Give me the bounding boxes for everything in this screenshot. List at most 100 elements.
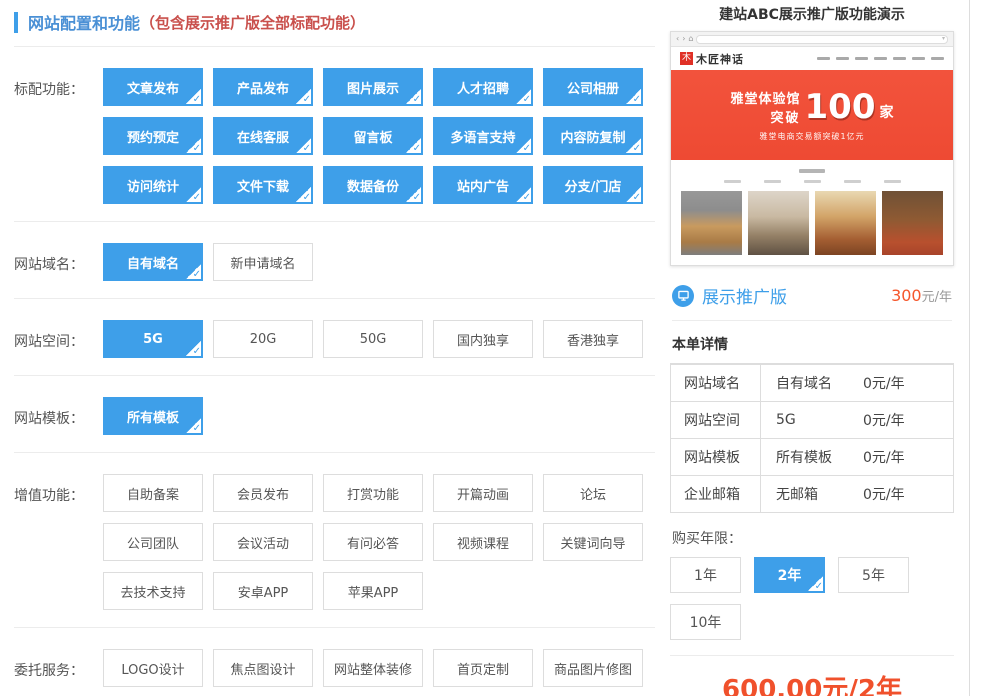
purchase-years-group: 1年 2年 5年 10年 [670, 557, 954, 640]
option-button[interactable]: 产品发布 [213, 68, 313, 106]
year-option-button[interactable]: 5年 [838, 557, 909, 593]
option-button[interactable]: 自有域名 [103, 243, 203, 281]
option-group: 5G 20G 50G [103, 320, 655, 358]
option-button[interactable]: 论坛 [543, 474, 643, 512]
order-table-row: 网站域名 自有域名 0元/年 [671, 364, 953, 401]
option-label: 公司团队 [127, 533, 179, 552]
product-image [681, 191, 742, 255]
order-item-price: 0元/年 [863, 476, 953, 512]
option-button[interactable]: LOGO设计 [103, 649, 203, 687]
option-button[interactable]: 去技术支持 [103, 572, 203, 610]
order-item-name: 网站模板 [671, 439, 761, 475]
option-button[interactable]: 首页定制 [433, 649, 533, 687]
selected-check-icon [406, 187, 421, 202]
demo-title: 建站ABC展示推广版功能演示 [670, 4, 954, 24]
option-button[interactable]: 人才招聘 [433, 68, 533, 106]
option-button[interactable]: 视频课程 [433, 523, 533, 561]
option-label: 论坛 [580, 484, 606, 503]
option-button[interactable]: 国内独享 [433, 320, 533, 358]
option-button[interactable]: 图片展示 [323, 68, 423, 106]
nav-item-placeholder [912, 57, 925, 60]
selected-check-icon [296, 187, 311, 202]
option-button[interactable]: 访问统计 [103, 166, 203, 204]
option-button[interactable]: 苹果APP [323, 572, 423, 610]
plan-name: 展示推广版 [702, 283, 787, 308]
order-item-value: 自有域名 [761, 365, 863, 401]
option-button[interactable]: 数据备份 [323, 166, 423, 204]
option-button[interactable]: 会员发布 [213, 474, 313, 512]
option-button[interactable]: 文件下载 [213, 166, 313, 204]
option-button[interactable]: 开篇动画 [433, 474, 533, 512]
nav-item-placeholder [836, 57, 849, 60]
option-button[interactable]: 焦点图设计 [213, 649, 313, 687]
option-button[interactable]: 分支/门店 [543, 166, 643, 204]
option-button[interactable]: 会议活动 [213, 523, 313, 561]
selected-check-icon [296, 138, 311, 153]
order-item-name: 企业邮箱 [671, 476, 761, 512]
option-label: 国内独享 [457, 330, 509, 349]
option-button[interactable]: 在线客服 [213, 117, 313, 155]
selected-check-icon [186, 418, 201, 433]
year-option-button[interactable]: 2年 [754, 557, 825, 593]
year-option-button[interactable]: 1年 [670, 557, 741, 593]
option-button[interactable]: 5G [103, 320, 203, 358]
option-button[interactable]: 所有模板 [103, 397, 203, 435]
plan-price-value: 300 [891, 286, 922, 305]
option-button[interactable]: 留言板 [323, 117, 423, 155]
option-button[interactable]: 文章发布 [103, 68, 203, 106]
selected-check-icon [186, 187, 201, 202]
option-button[interactable]: 公司相册 [543, 68, 643, 106]
config-section: 增值功能： 自助备案 会员发布 [14, 453, 655, 628]
option-button[interactable]: 多语言支持 [433, 117, 533, 155]
year-option-label: 10年 [690, 612, 722, 632]
section-label: 标配功能： [14, 68, 103, 204]
site-preview[interactable]: ‹ › ⌂ 木 木匠神话 [670, 31, 954, 266]
preview-banner: 雅堂体验馆 突破 100 家 雅堂电商交易额突破1亿元 [671, 70, 953, 160]
option-button[interactable]: 有问必答 [323, 523, 423, 561]
option-button[interactable]: 20G [213, 320, 313, 358]
banner-line2: 突破 [731, 107, 801, 126]
option-button[interactable]: 预约预定 [103, 117, 203, 155]
year-option-button[interactable]: 10年 [670, 604, 741, 640]
order-item-price: 0元/年 [863, 402, 953, 438]
option-button[interactable]: 关键词向导 [543, 523, 643, 561]
order-total: 600.00元/2年 省600.00元买2年送2年 [670, 655, 954, 696]
browser-chrome-bar: ‹ › ⌂ [671, 32, 953, 47]
option-label: 20G [250, 332, 277, 347]
header-accent-bar [14, 12, 18, 33]
config-section: 网站域名： 自有域名 新申请域名 [14, 222, 655, 299]
nav-item-placeholder [855, 57, 868, 60]
option-label: 产品发布 [237, 78, 289, 97]
config-panel: 网站配置和功能 （包含展示推广版全部标配功能） 标配功能： 文章发布 [0, 0, 655, 696]
config-sections: 标配功能： 文章发布 产品发布 [14, 47, 655, 696]
option-button[interactable]: 商品图片修图 [543, 649, 643, 687]
order-details-table: 网站域名 自有域名 0元/年 网站空间 5G 0元/年 网站模板 所有模板 0元… [670, 363, 954, 513]
option-button[interactable]: 网站整体装修 [323, 649, 423, 687]
option-button[interactable]: 香港独享 [543, 320, 643, 358]
purchase-years-label: 购买年限： [672, 528, 952, 548]
selected-check-icon [626, 89, 641, 104]
option-button[interactable]: 内容防复制 [543, 117, 643, 155]
banner-unit: 家 [880, 102, 894, 126]
config-section: 网站模板： 所有模板 [14, 376, 655, 453]
selected-check-icon [808, 576, 823, 591]
year-option-label: 2年 [778, 565, 802, 585]
option-button[interactable]: 安卓APP [213, 572, 313, 610]
option-button[interactable]: 新申请域名 [213, 243, 313, 281]
plan-price-unit: 元/年 [922, 290, 952, 305]
option-button[interactable]: 站内广告 [433, 166, 533, 204]
option-group: 自有域名 新申请域名 [103, 243, 655, 281]
option-button[interactable]: 50G [323, 320, 423, 358]
section-label: 增值功能： [14, 474, 103, 610]
option-label: 关键词向导 [560, 533, 625, 552]
option-group: 自助备案 会员发布 打赏功能 [103, 474, 655, 610]
option-button[interactable]: 打赏功能 [323, 474, 423, 512]
config-section: 委托服务： LOGO设计 焦点图设计 [14, 628, 655, 696]
option-button[interactable]: 公司团队 [103, 523, 203, 561]
config-section: 网站空间： 5G 20G [14, 299, 655, 376]
option-group: 文章发布 产品发布 图片展示 [103, 68, 655, 204]
order-table-row: 网站模板 所有模板 0元/年 [671, 438, 953, 475]
option-button[interactable]: 自助备案 [103, 474, 203, 512]
forward-icon: › [682, 35, 685, 43]
nav-item-placeholder [893, 57, 906, 60]
